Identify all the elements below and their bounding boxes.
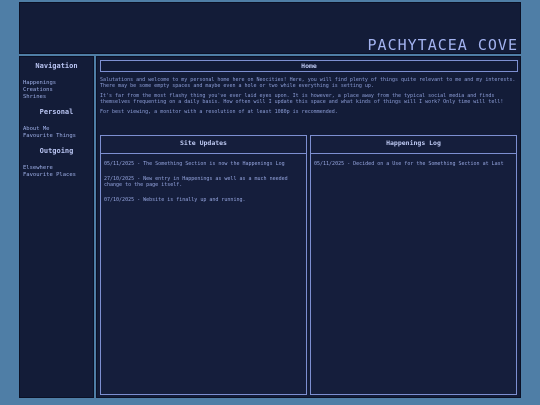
sidebar-link-happenings[interactable]: Happenings <box>20 80 93 87</box>
update-entry: 07/10/2025 - Website is finally up and r… <box>104 197 246 203</box>
happenings-log-panel: Happenings Log 05/11/2025 - Decided on a… <box>310 135 517 395</box>
happenings-log-title: Happenings Log <box>386 139 441 147</box>
sidebar-link-elsewhere[interactable]: Elsewhere <box>20 165 93 172</box>
sidebar-section-navigation: Navigation Happenings Creations Shrines <box>20 62 93 101</box>
intro-text: Salutations and welcome to my personal h… <box>100 77 518 119</box>
sidebar-heading-outgoing: Outgoing <box>39 147 74 155</box>
sidebar-link-creations[interactable]: Creations <box>20 87 93 94</box>
site-updates-title: Site Updates <box>180 139 227 147</box>
main-content: Home Salutations and welcome to my perso… <box>96 56 521 398</box>
divider <box>101 153 306 154</box>
home-title: Home <box>100 60 518 72</box>
sidebar-link-about-me[interactable]: About Me <box>20 126 93 133</box>
intro-paragraph: Salutations and welcome to my personal h… <box>100 77 516 89</box>
update-entry: 27/10/2025 - New entry in Happenings as … <box>104 176 288 188</box>
happenings-entry[interactable]: 05/11/2025 - Decided on a Use for the So… <box>311 161 516 167</box>
site-banner: PACHYTACEA COVE <box>19 2 521 54</box>
sidebar-heading-personal: Personal <box>39 108 74 116</box>
sidebar-heading-navigation: Navigation <box>35 62 78 70</box>
intro-paragraph: For best viewing, a monitor with a resol… <box>100 109 338 115</box>
divider <box>311 153 516 154</box>
sidebar-link-favourite-places[interactable]: Favourite Places <box>20 172 93 179</box>
sidebar-section-personal: Personal About Me Favourite Things <box>20 108 93 140</box>
sidebar-section-outgoing: Outgoing Elsewhere Favourite Places <box>20 147 93 179</box>
update-entry: 05/11/2025 - The Something Section is no… <box>104 161 285 167</box>
sidebar-link-favourite-things[interactable]: Favourite Things <box>20 133 93 140</box>
sidebar: Navigation Happenings Creations Shrines … <box>19 56 94 398</box>
sidebar-link-shrines[interactable]: Shrines <box>20 94 93 101</box>
site-updates-panel: Site Updates 05/11/2025 - The Something … <box>100 135 307 395</box>
intro-paragraph: It's far from the most flashy thing you'… <box>100 93 504 105</box>
site-title: PACHYTACEA COVE <box>367 36 518 54</box>
